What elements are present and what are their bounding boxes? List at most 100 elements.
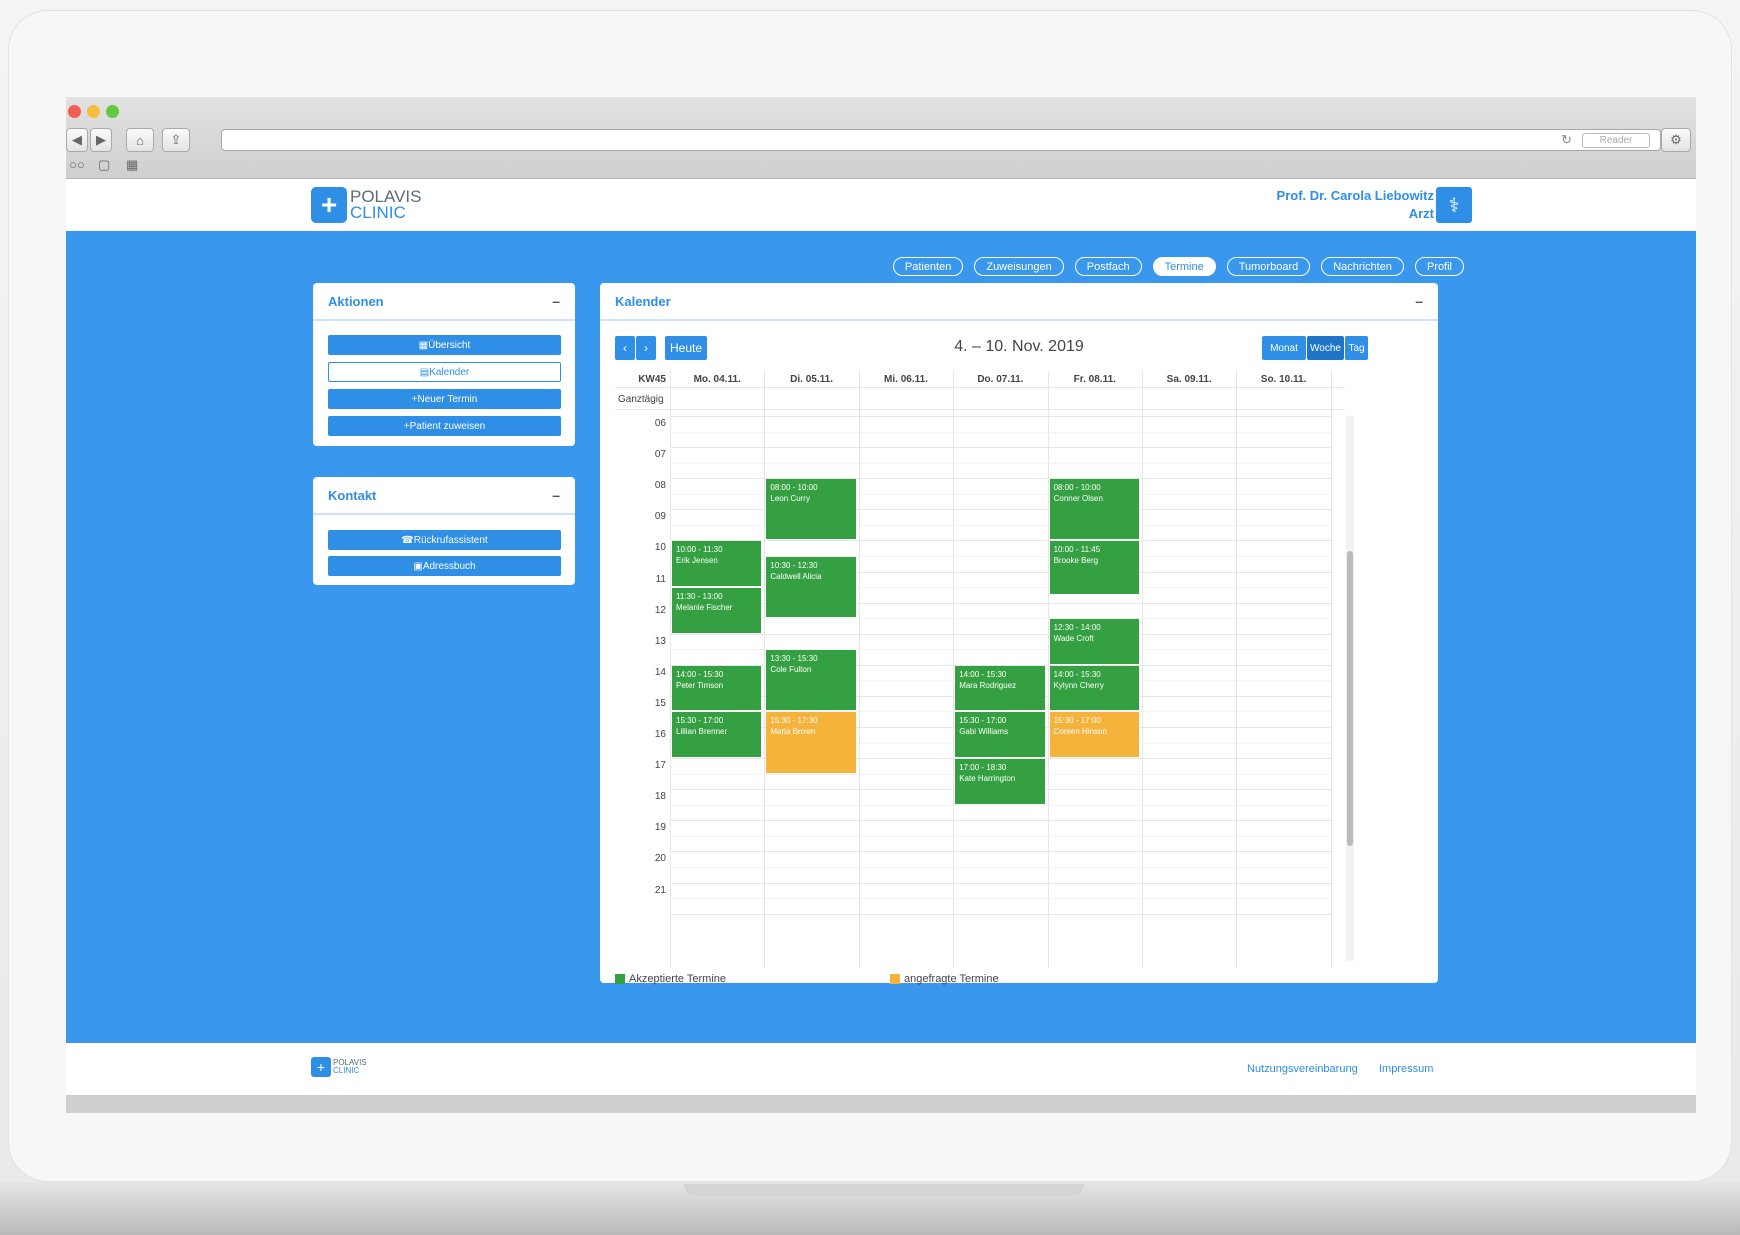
appointment-event[interactable]: 17:00 - 18:30 Kate Harrington xyxy=(955,759,1045,804)
terms-link[interactable]: Nutzungsvereinbarung xyxy=(1247,1063,1358,1075)
appointment-event[interactable]: 10:30 - 12:30 Caldwell Alicia xyxy=(766,556,856,618)
day-header[interactable]: Mo. 04.11. xyxy=(670,371,764,387)
appointment-event[interactable]: 13:30 - 15:30 Cole Fulton xyxy=(766,650,856,711)
grid-row-line xyxy=(670,633,1331,635)
day-header[interactable]: Do. 07.11. xyxy=(953,371,1047,387)
view-monat-button[interactable]: Monat xyxy=(1262,336,1306,360)
event-time: 15:30 - 17:00 xyxy=(959,716,1007,726)
event-time: 10:00 - 11:30 xyxy=(676,545,723,555)
next-week-button[interactable]: › xyxy=(636,336,656,360)
bookmarks-icon[interactable]: ▢ xyxy=(98,157,110,173)
calendar-button[interactable]: ▤ Kalender xyxy=(328,362,561,382)
hour-label: 12 xyxy=(654,604,666,616)
home-icon[interactable]: ⌂ xyxy=(126,128,154,152)
contact-panel-title: Kontakt xyxy=(328,487,377,503)
event-time: 15:30 - 17:00 xyxy=(676,716,724,726)
top-sites-icon[interactable]: ▦ xyxy=(126,157,138,173)
user-name[interactable]: Prof. Dr. Carola Liebowitz xyxy=(1277,187,1434,205)
hour-label: 10 xyxy=(654,542,666,554)
hour-label: 09 xyxy=(654,511,666,523)
calendar-scrollbar[interactable] xyxy=(1346,416,1354,961)
nav-item-tumorboard[interactable]: Tumorboard xyxy=(1226,257,1311,276)
nav-item-patienten[interactable]: Patienten xyxy=(892,257,964,276)
hour-label: 06 xyxy=(654,418,666,429)
minimize-window-icon[interactable] xyxy=(87,105,100,118)
nav-item-profil[interactable]: Profil xyxy=(1414,257,1464,276)
appointment-event[interactable]: 10:00 - 11:45 Brooke Berg xyxy=(1049,541,1139,594)
appointment-event[interactable]: 15:30 - 17:00 Gabi Williams xyxy=(955,712,1045,758)
grid-row-line xyxy=(615,409,1345,410)
grid-row-line xyxy=(670,447,1331,449)
grid-column-line xyxy=(764,371,766,968)
reading-list-icon[interactable]: ○○ xyxy=(69,157,85,172)
appointment-event[interactable]: 15:30 - 17:30 Marla Brown xyxy=(766,712,856,773)
event-patient: Cole Fulton xyxy=(770,665,812,675)
reload-icon[interactable]: ↻ xyxy=(1561,132,1572,148)
new-appointment-button[interactable]: + Neuer Termin xyxy=(328,389,561,409)
assign-patient-button[interactable]: + Patient zuweisen xyxy=(328,416,561,436)
grid-column-line xyxy=(1330,371,1332,968)
close-window-icon[interactable] xyxy=(68,105,81,118)
footer-logo[interactable]: + POLAVIS CLINIC xyxy=(311,1057,367,1077)
scroll-thumb[interactable] xyxy=(1347,551,1353,846)
event-patient: Coreen Hinson xyxy=(1053,727,1107,737)
view-tag-button[interactable]: Tag xyxy=(1345,336,1368,360)
appointment-event[interactable]: 14:00 - 15:30 Mara Rodriguez xyxy=(955,665,1045,711)
day-header[interactable]: Sa. 09.11. xyxy=(1142,371,1236,387)
callback-button[interactable]: ☎ Rückrufassistent xyxy=(328,530,561,550)
event-patient: Mara Rodriguez xyxy=(959,680,1017,690)
allday-label: Ganztägig xyxy=(618,394,664,405)
forward-icon[interactable]: ▶ xyxy=(90,128,112,152)
event-time: 14:00 - 15:30 xyxy=(1053,669,1101,679)
nav-item-nachrichten[interactable]: Nachrichten xyxy=(1321,257,1404,276)
contact-panel: Kontakt – ☎ Rückrufassistent ▣ Adressbuch xyxy=(313,477,575,585)
share-icon[interactable]: ⇪ xyxy=(162,128,190,152)
address-bar[interactable]: ↻ Reader xyxy=(221,129,1661,151)
imprint-link[interactable]: Impressum xyxy=(1379,1063,1433,1075)
hour-label: 21 xyxy=(654,884,666,896)
calendar-title: Kalender xyxy=(615,293,671,309)
appointment-event[interactable]: 14:00 - 15:30 Peter Timson xyxy=(672,665,762,711)
prev-week-button[interactable]: ‹ xyxy=(615,336,635,360)
maximize-window-icon[interactable] xyxy=(106,105,119,118)
logo[interactable]: + POLAVIS CLINIC xyxy=(311,187,422,223)
back-icon[interactable]: ◀ xyxy=(66,128,88,152)
event-time: 15:30 - 17:00 xyxy=(1053,716,1101,726)
event-patient: Melanie Fischer xyxy=(676,603,733,613)
appointment-event[interactable]: 15:30 - 17:00 Coreen Hinson xyxy=(1049,712,1139,758)
button-label: Rückrufassistent xyxy=(413,534,488,546)
calendar-icon: ▤ xyxy=(419,366,430,378)
day-header[interactable]: Mi. 06.11. xyxy=(859,371,953,387)
appointment-event[interactable]: 15:30 - 17:00 Lillian Brenner xyxy=(672,712,762,758)
collapse-icon[interactable]: – xyxy=(552,487,560,503)
addressbook-button[interactable]: ▣ Adressbuch xyxy=(328,556,561,576)
event-time: 11:30 - 13:00 xyxy=(676,592,723,602)
appointment-event[interactable]: 08:00 - 10:00 Conner Olsen xyxy=(1049,479,1139,540)
collapse-icon[interactable]: – xyxy=(1415,293,1423,309)
day-header[interactable]: So. 10.11. xyxy=(1236,371,1330,387)
collapse-icon[interactable]: – xyxy=(552,293,560,309)
grid-row-line xyxy=(615,387,1345,388)
settings-icon[interactable]: ⚙ xyxy=(1661,128,1691,152)
calendar-panel: Kalender – 4. – 10. Nov. 2019 ‹ › Heute … xyxy=(600,283,1438,985)
nav-item-zuweisungen[interactable]: Zuweisungen xyxy=(974,257,1064,276)
appointment-event[interactable]: 14:00 - 15:30 Kylynn Cherry xyxy=(1049,665,1139,711)
button-label: Neuer Termin xyxy=(417,393,478,405)
day-header[interactable]: Fr. 08.11. xyxy=(1048,371,1142,387)
nav-item-termine[interactable]: Termine xyxy=(1152,257,1216,276)
app-footer: + POLAVIS CLINIC Nutzungsvereinbarung Im… xyxy=(66,1043,1696,1095)
today-button[interactable]: Heute xyxy=(665,336,707,360)
appointment-event[interactable]: 11:30 - 13:00 Melanie Fischer xyxy=(672,588,762,633)
day-header[interactable]: Di. 05.11. xyxy=(764,371,858,387)
overview-button[interactable]: ▦ Übersicht xyxy=(328,335,561,355)
hour-label: 16 xyxy=(654,729,666,740)
view-woche-button[interactable]: Woche xyxy=(1307,336,1344,360)
appointment-event[interactable]: 08:00 - 10:00 Leon Curry xyxy=(766,479,856,540)
appointment-event[interactable]: 10:00 - 11:30 Erik Jensen xyxy=(672,541,762,587)
grid-row-line xyxy=(670,835,1331,837)
avatar[interactable]: ⚕ xyxy=(1436,187,1472,223)
appointment-event[interactable]: 12:30 - 14:00 Wade Croft xyxy=(1049,619,1139,664)
nav-item-postfach[interactable]: Postfach xyxy=(1074,257,1142,276)
reader-button[interactable]: Reader xyxy=(1582,133,1650,148)
event-time: 14:00 - 15:30 xyxy=(959,669,1007,679)
